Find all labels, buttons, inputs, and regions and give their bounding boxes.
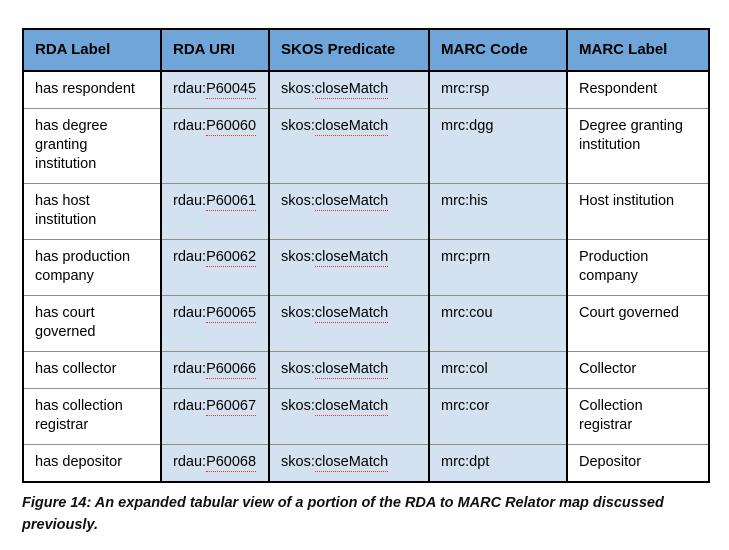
- rda-uri-prefix: rdau:: [173, 454, 207, 470]
- table-row: has collection registrar rdau:P60067 skos:…: [22, 388, 710, 445]
- skos-term: closeMatch: [314, 454, 389, 472]
- table-body: has respondent rdau:P60045 skos:closeMatch…: [22, 70, 710, 483]
- rda-uri-prefix: rdau:: [173, 118, 207, 134]
- rda-uri-prefix: rdau:: [173, 361, 207, 377]
- cell-marc-code: mrc:dpt: [428, 444, 568, 483]
- cell-skos-predicate: skos:closeMatch: [268, 388, 430, 445]
- table-row: has respondent rdau:P60045 skos:closeMatch…: [22, 70, 710, 109]
- cell-marc-code: mrc:rsp: [428, 70, 568, 109]
- table-row: has court governed rdau:P60065 skos:closeM…: [22, 295, 710, 352]
- cell-marc-label: Host institution: [566, 183, 710, 240]
- cell-marc-label: Degree granting institution: [566, 108, 710, 184]
- figure-container: RDA Label RDA URI SKOS Predicate MARC Co…: [0, 0, 729, 550]
- skos-term: closeMatch: [314, 193, 389, 211]
- cell-rda-label: has court governed: [22, 295, 162, 352]
- rda-uri-prefix: rdau:: [173, 81, 207, 97]
- rda-uri-prefix: rdau:: [173, 193, 207, 209]
- rda-uri-identifier: P60045: [206, 81, 257, 99]
- cell-marc-label: Respondent: [566, 70, 710, 109]
- cell-marc-code: mrc:prn: [428, 239, 568, 296]
- cell-marc-label: Collector: [566, 351, 710, 389]
- rda-uri-identifier: P60067: [206, 398, 257, 416]
- cell-skos-predicate: skos:closeMatch: [268, 70, 430, 109]
- cell-marc-code: mrc:cou: [428, 295, 568, 352]
- cell-rda-label: has collector: [22, 351, 162, 389]
- cell-rda-uri: rdau:P60062: [160, 239, 270, 296]
- skos-prefix: skos:: [281, 249, 315, 265]
- rda-uri-identifier: P60066: [206, 361, 257, 379]
- cell-skos-predicate: skos:closeMatch: [268, 183, 430, 240]
- cell-rda-uri: rdau:P60045: [160, 70, 270, 109]
- rda-uri-identifier: P60062: [206, 249, 257, 267]
- cell-rda-uri: rdau:P60066: [160, 351, 270, 389]
- column-header-rda-label: RDA Label: [22, 28, 162, 72]
- figure-caption: Figure 14: An expanded tabular view of a…: [22, 495, 664, 533]
- skos-term: closeMatch: [314, 361, 389, 379]
- cell-rda-label: has collection registrar: [22, 388, 162, 445]
- skos-prefix: skos:: [281, 81, 315, 97]
- rda-uri-identifier: P60061: [206, 193, 257, 211]
- table-row: has depositor rdau:P60068 skos:closeMatch m…: [22, 444, 710, 483]
- skos-term: closeMatch: [314, 118, 389, 136]
- cell-skos-predicate: skos:closeMatch: [268, 108, 430, 184]
- cell-marc-code: mrc:cor: [428, 388, 568, 445]
- column-header-rda-uri: RDA URI: [160, 28, 270, 72]
- rda-uri-identifier: P60068: [206, 454, 257, 472]
- column-header-marc-code: MARC Code: [428, 28, 568, 72]
- cell-skos-predicate: skos:closeMatch: [268, 239, 430, 296]
- cell-skos-predicate: skos:closeMatch: [268, 444, 430, 483]
- cell-marc-code: mrc:col: [428, 351, 568, 389]
- rda-uri-prefix: rdau:: [173, 249, 207, 265]
- cell-rda-label: has depositor: [22, 444, 162, 483]
- column-header-marc-label: MARC Label: [566, 28, 710, 72]
- table-header: RDA Label RDA URI SKOS Predicate MARC Co…: [22, 28, 710, 72]
- table-header-row: RDA Label RDA URI SKOS Predicate MARC Co…: [22, 28, 710, 72]
- table-row: has production company rdau:P60062 skos:cl…: [22, 239, 710, 296]
- table-row: has collector rdau:P60066 skos:closeMatch m…: [22, 351, 710, 389]
- cell-marc-code: mrc:his: [428, 183, 568, 240]
- skos-term: closeMatch: [314, 249, 389, 267]
- skos-prefix: skos:: [281, 454, 315, 470]
- cell-rda-uri: rdau:P60061: [160, 183, 270, 240]
- skos-prefix: skos:: [281, 398, 315, 414]
- skos-prefix: skos:: [281, 118, 315, 134]
- skos-term: closeMatch: [314, 81, 389, 99]
- cell-rda-label: has production company: [22, 239, 162, 296]
- cell-skos-predicate: skos:closeMatch: [268, 351, 430, 389]
- cell-rda-uri: rdau:P60067: [160, 388, 270, 445]
- skos-prefix: skos:: [281, 305, 315, 321]
- table-row: has host institution rdau:P60061 skos:clos…: [22, 183, 710, 240]
- rda-uri-identifier: P60060: [206, 118, 257, 136]
- cell-rda-uri: rdau:P60065: [160, 295, 270, 352]
- cell-marc-label: Production company: [566, 239, 710, 296]
- cell-marc-code: mrc:dgg: [428, 108, 568, 184]
- cell-marc-label: Court governed: [566, 295, 710, 352]
- cell-rda-label: has host institution: [22, 183, 162, 240]
- cell-skos-predicate: skos:closeMatch: [268, 295, 430, 352]
- rda-uri-identifier: P60065: [206, 305, 257, 323]
- cell-marc-label: Collection registrar: [566, 388, 710, 445]
- rda-uri-prefix: rdau:: [173, 305, 207, 321]
- skos-prefix: skos:: [281, 193, 315, 209]
- skos-prefix: skos:: [281, 361, 315, 377]
- rda-uri-prefix: rdau:: [173, 398, 207, 414]
- table-row: has degree granting institution rdau:P600…: [22, 108, 710, 184]
- rda-to-marc-relator-table: RDA Label RDA URI SKOS Predicate MARC Co…: [22, 28, 710, 483]
- cell-rda-uri: rdau:P60060: [160, 108, 270, 184]
- column-header-skos-predicate: SKOS Predicate: [268, 28, 430, 72]
- cell-rda-uri: rdau:P60068: [160, 444, 270, 483]
- skos-term: closeMatch: [314, 398, 389, 416]
- cell-marc-label: Depositor: [566, 444, 710, 483]
- skos-term: closeMatch: [314, 305, 389, 323]
- cell-rda-label: has respondent: [22, 70, 162, 109]
- cell-rda-label: has degree granting institution: [22, 108, 162, 184]
